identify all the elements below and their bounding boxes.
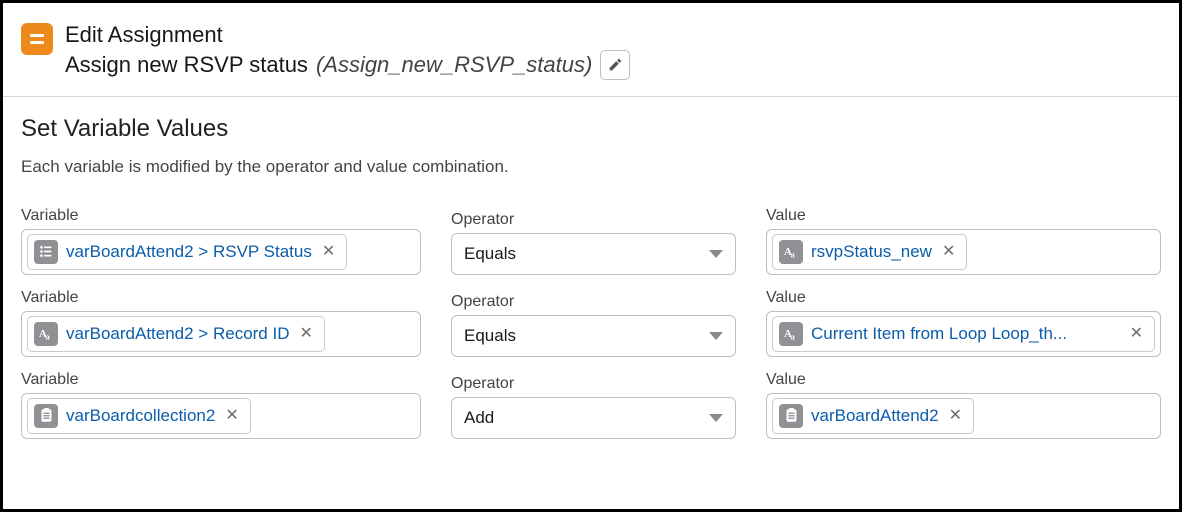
operator-label: Operator: [451, 211, 736, 229]
text-icon: [779, 240, 803, 264]
chevron-down-icon: [709, 250, 723, 258]
value-pill: varBoardAttend2 ✕: [772, 398, 974, 434]
value-label: Value: [766, 289, 1161, 307]
operator-select[interactable]: Add: [451, 397, 736, 439]
pencil-icon: [608, 57, 623, 72]
assignment-editor-panel: Edit Assignment Assign new RSVP status (…: [0, 0, 1182, 512]
variable-label: Variable: [21, 371, 421, 389]
remove-pill-button[interactable]: ✕: [297, 326, 314, 342]
value-label: Value: [766, 371, 1161, 389]
section-title: Set Variable Values: [21, 115, 1161, 143]
variable-pill: varBoardAttend2 > Record ID ✕: [27, 316, 325, 352]
value-input[interactable]: rsvpStatus_new ✕: [766, 229, 1161, 275]
value-input[interactable]: Current Item from Loop Loop_th... ✕: [766, 311, 1161, 357]
assignment-name: Assign new RSVP status: [65, 52, 308, 78]
remove-pill-button[interactable]: ✕: [947, 408, 964, 424]
operator-select[interactable]: Equals: [451, 315, 736, 357]
variable-pill: varBoardAttend2 > RSVP Status ✕: [27, 234, 347, 270]
operator-label: Operator: [451, 375, 736, 393]
edit-name-button[interactable]: [600, 50, 630, 80]
value-pill: Current Item from Loop Loop_th... ✕: [772, 316, 1155, 352]
variable-label: Variable: [21, 207, 421, 225]
remove-pill-button[interactable]: ✕: [1128, 326, 1145, 342]
chevron-down-icon: [709, 414, 723, 422]
assignment-row: Variable varBoardcollection2 ✕ Operator …: [21, 371, 1161, 439]
panel-title: Edit Assignment: [65, 21, 1161, 50]
remove-pill-button[interactable]: ✕: [940, 244, 957, 260]
panel-header: Edit Assignment Assign new RSVP status (…: [3, 3, 1179, 97]
text-icon: [779, 322, 803, 346]
variable-input[interactable]: varBoardcollection2 ✕: [21, 393, 421, 439]
assignment-row: Variable varBoardAttend2 > RSVP Status ✕…: [21, 207, 1161, 275]
picklist-icon: [34, 240, 58, 264]
remove-pill-button[interactable]: ✕: [320, 244, 337, 260]
remove-pill-button[interactable]: ✕: [223, 408, 240, 424]
assignment-api-name: (Assign_new_RSVP_status): [316, 52, 592, 78]
variable-input[interactable]: varBoardAttend2 > RSVP Status ✕: [21, 229, 421, 275]
assignment-rows: Variable varBoardAttend2 > RSVP Status ✕…: [21, 207, 1161, 439]
section-desc: Each variable is modified by the operato…: [21, 157, 1161, 177]
variable-pill: varBoardcollection2 ✕: [27, 398, 251, 434]
record-icon: [779, 404, 803, 428]
operator-label: Operator: [451, 293, 736, 311]
value-pill: rsvpStatus_new ✕: [772, 234, 967, 270]
variable-input[interactable]: varBoardAttend2 > Record ID ✕: [21, 311, 421, 357]
value-label: Value: [766, 207, 1161, 225]
assignment-icon: [21, 23, 53, 55]
assignment-row: Variable varBoardAttend2 > Record ID ✕ O…: [21, 289, 1161, 357]
text-icon: [34, 322, 58, 346]
record-icon: [34, 404, 58, 428]
variable-label: Variable: [21, 289, 421, 307]
operator-select[interactable]: Equals: [451, 233, 736, 275]
chevron-down-icon: [709, 332, 723, 340]
value-input[interactable]: varBoardAttend2 ✕: [766, 393, 1161, 439]
